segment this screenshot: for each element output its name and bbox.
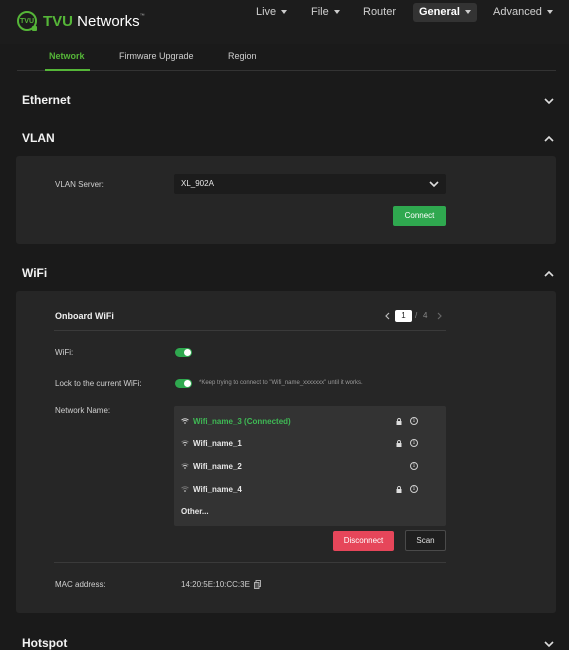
nav-file[interactable]: File <box>305 3 346 22</box>
wifi-toggle[interactable] <box>175 348 192 357</box>
chevron-down-icon[interactable] <box>544 96 554 106</box>
caret-down-icon <box>333 9 340 14</box>
vlan-panel <box>16 156 556 244</box>
divider <box>54 562 446 563</box>
wifi-signal-medium-icon <box>181 463 189 469</box>
nav-router[interactable]: Router <box>357 3 402 22</box>
nav-live-label: Live <box>256 5 277 18</box>
brand-name: TVU Networks™ <box>43 13 145 30</box>
nav-file-label: File <box>311 5 329 18</box>
tvu-logo-icon: TVU <box>17 11 37 31</box>
network-list: Wifi_name_3 (Connected) i Wifi_name_1 i … <box>174 406 446 526</box>
lock-icon <box>396 417 402 425</box>
lock-wifi-label: Lock to the current WiFi: <box>55 379 142 388</box>
pager-separator: / <box>415 311 418 320</box>
tab-region[interactable]: Region <box>228 51 257 61</box>
lock-icon <box>396 439 402 447</box>
tab-firmware-upgrade[interactable]: Firmware Upgrade <box>119 51 194 61</box>
network-item[interactable]: Wifi_name_1 i <box>174 435 446 451</box>
wifi-signal-full-icon <box>181 418 189 424</box>
chevron-up-icon[interactable] <box>544 269 554 279</box>
sub-tabs: Network Firmware Upgrade Region <box>17 44 556 71</box>
wifi-signal-low-icon <box>181 486 189 492</box>
caret-down-icon <box>546 9 553 14</box>
section-ethernet-title[interactable]: Ethernet <box>22 93 71 107</box>
mac-address-value: 14:20:5E:10:CC:3E <box>181 580 250 589</box>
vlan-server-value: XL_902A <box>181 179 214 188</box>
network-name: Wifi_name_3 (Connected) <box>193 416 291 426</box>
info-icon[interactable]: i <box>410 439 418 447</box>
nav-advanced-label: Advanced <box>493 5 542 18</box>
other-network-label: Other... <box>181 506 209 516</box>
nav-router-label: Router <box>363 5 397 18</box>
brand-logo[interactable]: TVU TVU Networks™ <box>17 11 145 31</box>
chevron-down-icon <box>429 181 439 188</box>
wifi-toggle-label: WiFi: <box>55 348 74 357</box>
chevron-down-icon[interactable] <box>544 639 554 649</box>
disconnect-button[interactable]: Disconnect <box>333 531 394 551</box>
info-icon[interactable]: i <box>410 485 418 493</box>
pager-total: 4 <box>423 311 428 320</box>
network-item[interactable]: Wifi_name_2 i <box>174 458 446 474</box>
network-name: Wifi_name_4 <box>193 484 242 494</box>
page-number-input[interactable]: 1 <box>395 310 412 322</box>
nav-general[interactable]: General <box>413 2 477 22</box>
trademark-mark: ™ <box>139 12 145 19</box>
copy-icon[interactable] <box>254 580 261 589</box>
caret-down-icon <box>281 9 288 14</box>
info-icon[interactable]: i <box>410 462 418 470</box>
mac-address-label: MAC address: <box>55 580 106 589</box>
vlan-server-select[interactable]: XL_902A <box>174 174 446 194</box>
brand-bold: TVU <box>43 12 73 30</box>
tab-network[interactable]: Network <box>49 51 85 61</box>
logo-badge-text: TVU <box>20 17 34 25</box>
info-icon[interactable]: i <box>410 417 418 425</box>
vlan-server-label: VLAN Server: <box>55 180 104 189</box>
caret-down-icon <box>464 9 471 14</box>
wifi-signal-medium-icon <box>181 440 189 446</box>
network-item[interactable]: Wifi_name_3 (Connected) i <box>174 413 446 429</box>
divider <box>54 330 446 331</box>
lock-wifi-hint: *Keep trying to connect to "Wifi_name_xx… <box>199 380 363 386</box>
network-item-other[interactable]: Other... <box>174 503 446 519</box>
network-name: Wifi_name_1 <box>193 438 242 448</box>
network-name: Wifi_name_2 <box>193 461 242 471</box>
chevron-left-icon[interactable] <box>385 312 391 320</box>
onboard-wifi-title: Onboard WiFi <box>55 311 114 321</box>
chevron-right-icon[interactable] <box>436 312 442 320</box>
active-tab-indicator <box>45 69 90 71</box>
lock-icon <box>396 485 402 493</box>
brand-rest: Networks <box>73 12 140 30</box>
nav-advanced[interactable]: Advanced <box>487 3 559 22</box>
scan-button[interactable]: Scan <box>405 530 446 551</box>
section-hotspot-title[interactable]: Hotspot <box>22 636 67 650</box>
top-navbar: TVU TVU Networks™ Live File Router Gener… <box>0 0 569 44</box>
connect-button[interactable]: Connect <box>393 206 446 226</box>
nav-live[interactable]: Live <box>250 3 293 22</box>
lock-wifi-toggle[interactable] <box>175 379 192 388</box>
chevron-up-icon[interactable] <box>544 134 554 144</box>
network-item[interactable]: Wifi_name_4 i <box>174 481 446 497</box>
section-wifi-title[interactable]: WiFi <box>22 266 47 280</box>
network-name-label: Network Name: <box>55 406 111 415</box>
section-vlan-title[interactable]: VLAN <box>22 131 55 145</box>
nav-general-label: General <box>419 5 460 18</box>
